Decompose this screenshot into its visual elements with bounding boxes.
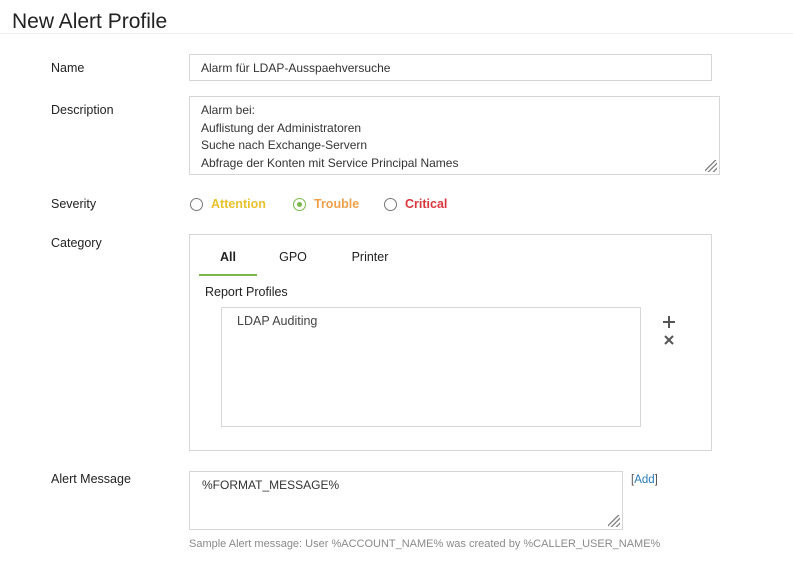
description-line: Alarm bei: [201, 103, 256, 117]
add-link[interactable]: Add [634, 474, 654, 486]
category-panel: All GPO Printer Report Profiles LDAP Aud… [189, 234, 712, 451]
report-profiles-list[interactable]: LDAP Auditing [221, 307, 641, 427]
report-profiles-label: Report Profiles [205, 285, 288, 299]
resize-grip-icon[interactable] [705, 160, 717, 172]
alert-message-value: %FORMAT_MESSAGE% [202, 478, 340, 492]
radio-unchecked-icon [384, 197, 397, 211]
alert-message-textarea[interactable]: %FORMAT_MESSAGE% [189, 471, 623, 530]
description-line: Abfrage der Konten mit Service Principal… [201, 155, 459, 170]
radio-checked-icon [293, 197, 306, 211]
description-line: Suche nach Exchange-Servern [201, 138, 368, 152]
tab-gpo[interactable]: GPO [273, 250, 313, 274]
severity-label: Severity [51, 197, 97, 211]
bracket-close: ] [654, 474, 658, 486]
close-icon[interactable] [662, 333, 676, 347]
severity-option-trouble[interactable]: Trouble [293, 197, 359, 211]
tab-all[interactable]: All [199, 250, 257, 276]
description-label: Description [51, 103, 114, 117]
tab-printer[interactable]: Printer [342, 250, 398, 274]
resize-grip-icon[interactable] [608, 515, 620, 527]
description-textarea[interactable]: Alarm bei: Auflistung der Administratore… [189, 96, 720, 175]
radio-unchecked-icon [190, 197, 203, 211]
severity-trouble-label: Trouble [314, 197, 360, 211]
description-line: Auflistung der Administratoren [201, 120, 362, 135]
alert-message-label: Alert Message [51, 472, 131, 486]
page-title: New Alert Profile [12, 10, 168, 33]
title-divider [0, 33, 793, 34]
add-macro-control: [Add] [631, 474, 658, 486]
name-label: Name [51, 61, 85, 75]
severity-critical-label: Critical [405, 197, 448, 211]
severity-option-critical[interactable]: Critical [384, 197, 447, 211]
severity-attention-label: Attention [211, 197, 266, 211]
plus-icon[interactable] [662, 315, 676, 329]
severity-option-attention[interactable]: Attention [190, 197, 266, 211]
list-item[interactable]: LDAP Auditing [237, 314, 625, 328]
sample-alert-message: Sample Alert message: User %ACCOUNT_NAME… [189, 538, 661, 550]
category-label: Category [51, 236, 102, 250]
name-input[interactable]: Alarm für LDAP-Ausspaehversuche [189, 54, 712, 81]
